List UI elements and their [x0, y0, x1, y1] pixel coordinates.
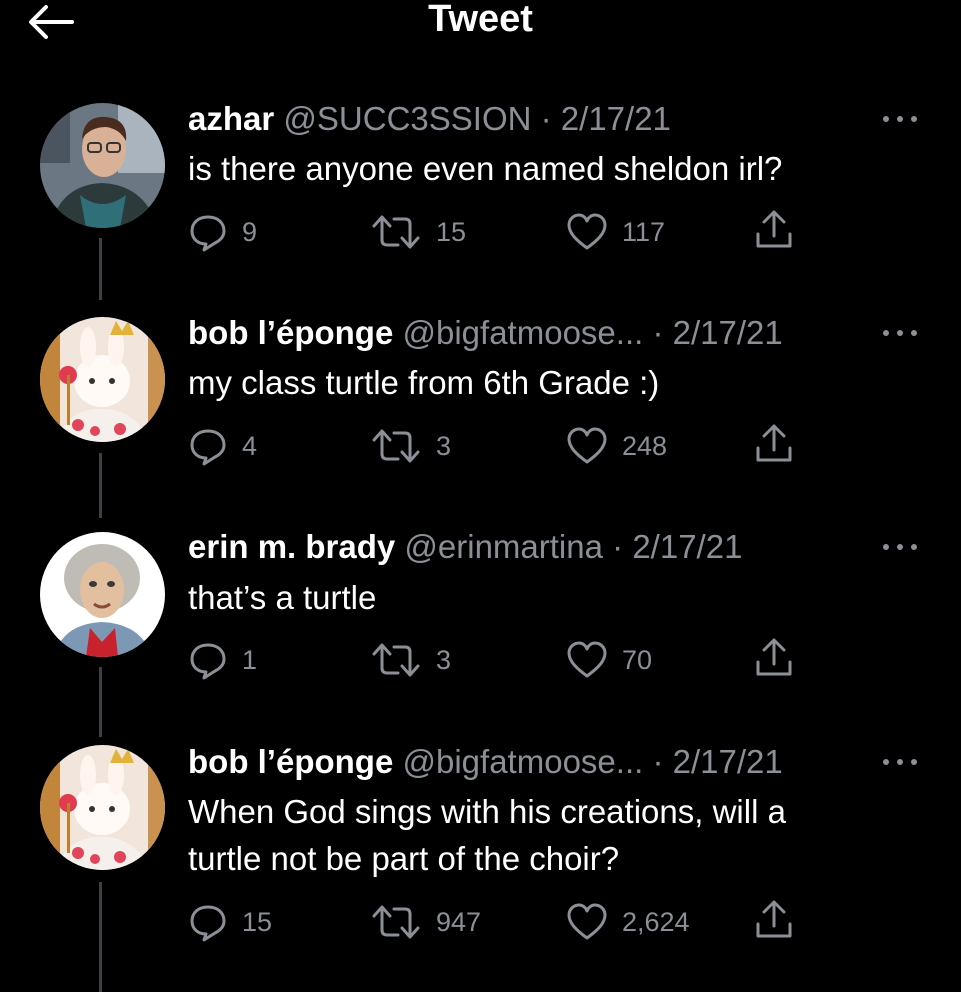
- retweet-count: 3: [436, 644, 452, 675]
- display-name[interactable]: bob l’éponge: [188, 743, 393, 780]
- like-count: 117: [622, 216, 666, 247]
- user-handle[interactable]: @bigfatmoose...: [403, 743, 644, 780]
- tweet-text-line: that’s a turtle: [188, 579, 377, 616]
- avatar[interactable]: [40, 532, 165, 657]
- retweet-button[interactable]: 15: [370, 212, 466, 252]
- share-upload-icon: [756, 900, 792, 938]
- reply-bubble-icon: [190, 643, 226, 680]
- user-handle[interactable]: @erinmartina: [404, 528, 603, 565]
- tweet-date[interactable]: 2/17/21: [673, 314, 783, 351]
- like-count: 248: [622, 430, 668, 461]
- reply-bubble-icon: [190, 429, 226, 466]
- retweet-count: 947: [436, 906, 482, 937]
- heart-icon: [567, 641, 607, 678]
- like-button[interactable]: 2,624: [566, 902, 690, 942]
- retweet-icon: [372, 429, 420, 463]
- like-button[interactable]: 70: [566, 640, 652, 680]
- share-button[interactable]: [752, 638, 796, 678]
- more-button[interactable]: [880, 109, 920, 129]
- tweet-text-line: is there anyone even named sheldon irl?: [188, 150, 783, 187]
- thread-connector: [99, 453, 102, 518]
- user-handle[interactable]: @SUCC3SSION: [283, 100, 531, 137]
- reply-button[interactable]: 1: [188, 640, 257, 680]
- tweet-text: that’s a turtle: [188, 574, 888, 621]
- share-upload-icon: [756, 210, 792, 248]
- more-horizontal-icon: [883, 116, 917, 122]
- reply-count: 9: [242, 216, 258, 247]
- thread-connector: [99, 882, 102, 992]
- reply-button[interactable]: 15: [188, 902, 272, 942]
- reply-count: 15: [242, 906, 273, 937]
- share-button[interactable]: [752, 424, 796, 464]
- top-bar: Tweet: [0, 0, 961, 60]
- more-button[interactable]: [880, 323, 920, 343]
- like-count: 2,624: [622, 906, 690, 937]
- avatar[interactable]: [40, 317, 165, 442]
- more-button[interactable]: [880, 537, 920, 557]
- tweet-text-line: turtle not be part of the choir?: [188, 840, 620, 877]
- tweet-date[interactable]: 2/17/21: [673, 743, 783, 780]
- display-name[interactable]: azhar: [188, 100, 274, 137]
- avatar[interactable]: [40, 745, 165, 870]
- tweet-text-line: my class turtle from 6th Grade :): [188, 364, 660, 401]
- tweet-header: erin m. brady @erinmartina · 2/17/21: [188, 527, 742, 567]
- thread-connector: [99, 667, 102, 737]
- thread-connector: [99, 238, 102, 300]
- retweet-count: 15: [436, 216, 467, 247]
- retweet-count: 3: [436, 430, 452, 461]
- tweet-text: is there anyone even named sheldon irl?: [188, 145, 888, 192]
- tweet-text: my class turtle from 6th Grade :): [188, 359, 888, 406]
- retweet-icon: [372, 215, 420, 249]
- more-horizontal-icon: [883, 759, 917, 765]
- avatar[interactable]: [40, 103, 165, 228]
- heart-icon: [567, 427, 607, 464]
- reply-button[interactable]: 4: [188, 426, 257, 466]
- display-name[interactable]: bob l’éponge: [188, 314, 393, 351]
- share-button[interactable]: [752, 900, 796, 940]
- separator: ·: [652, 743, 664, 780]
- more-horizontal-icon: [883, 544, 917, 550]
- reply-count: 1: [242, 644, 258, 675]
- like-button[interactable]: 117: [566, 212, 665, 252]
- more-button[interactable]: [880, 752, 920, 772]
- like-button[interactable]: 248: [566, 426, 667, 466]
- reply-count: 4: [242, 430, 258, 461]
- tweet-date[interactable]: 2/17/21: [632, 528, 742, 565]
- reply-bubble-icon: [190, 215, 226, 252]
- reply-button[interactable]: 9: [188, 212, 257, 252]
- tweet-header: bob l’éponge @bigfatmoose... · 2/17/21: [188, 742, 783, 782]
- tweet-text-line: When God sings with his creations, will …: [188, 793, 786, 830]
- more-horizontal-icon: [883, 330, 917, 336]
- share-upload-icon: [756, 424, 792, 462]
- user-handle[interactable]: @bigfatmoose...: [403, 314, 644, 351]
- tweet-date[interactable]: 2/17/21: [561, 100, 671, 137]
- display-name[interactable]: erin m. brady: [188, 528, 395, 565]
- heart-icon: [567, 213, 607, 250]
- retweet-icon: [372, 643, 420, 677]
- retweet-button[interactable]: 3: [370, 640, 451, 680]
- retweet-icon: [372, 905, 420, 939]
- share-upload-icon: [756, 638, 792, 676]
- share-button[interactable]: [752, 210, 796, 250]
- separator: ·: [652, 314, 664, 351]
- retweet-button[interactable]: 947: [370, 902, 481, 942]
- tweet-header: bob l’éponge @bigfatmoose... · 2/17/21: [188, 313, 783, 353]
- separator: ·: [540, 100, 552, 137]
- reply-bubble-icon: [190, 905, 226, 942]
- separator: ·: [612, 528, 624, 565]
- tweet-text: When God sings with his creations, will …: [188, 788, 888, 882]
- page-title: Tweet: [428, 0, 533, 40]
- tweet-header: azhar @SUCC3SSION · 2/17/21: [188, 99, 671, 139]
- heart-icon: [567, 903, 607, 940]
- like-count: 70: [622, 644, 653, 675]
- retweet-button[interactable]: 3: [370, 426, 451, 466]
